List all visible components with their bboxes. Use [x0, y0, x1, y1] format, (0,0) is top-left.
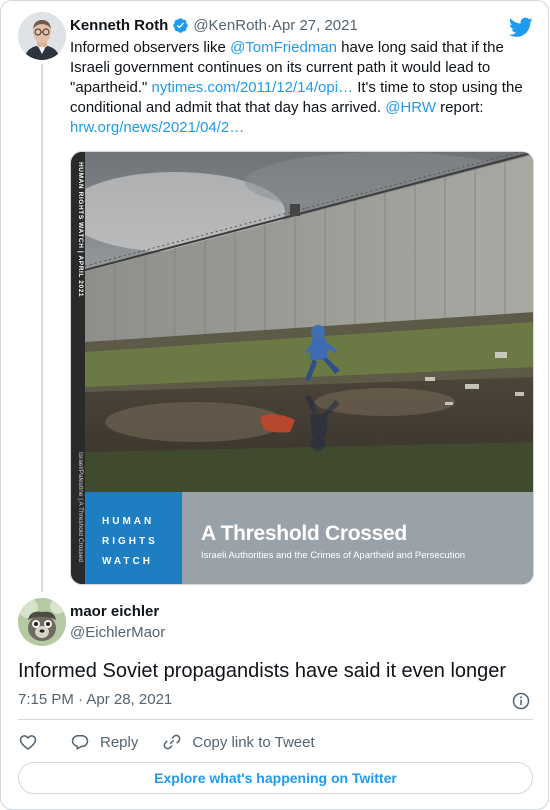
hrw-logo-line: WATCH: [102, 556, 153, 567]
verified-badge-icon: [173, 17, 189, 33]
parent-tweet-header: Kenneth Roth @KenRoth · Apr 27, 2021: [70, 15, 358, 35]
author-handle[interactable]: @KenRoth: [193, 17, 267, 34]
copy-link-label: Copy link to Tweet: [192, 733, 315, 751]
tweet-text-segment: report:: [435, 99, 484, 116]
hrw-logo-line: HUMAN: [102, 516, 155, 527]
spine-top-text: HUMAN RIGHTS WATCH | APRIL 2021: [77, 162, 84, 298]
info-icon[interactable]: [511, 691, 531, 711]
author-name[interactable]: Kenneth Roth: [70, 17, 168, 34]
reply-button[interactable]: Reply: [70, 732, 138, 752]
reply-label: Reply: [100, 733, 139, 751]
report-title: A Threshold Crossed: [201, 522, 407, 545]
tweet-text-link[interactable]: hrw.org/news/2021/04/2…: [70, 119, 244, 136]
reply-tweet-text: Informed Soviet propagandists have said …: [18, 660, 507, 682]
tweet-date[interactable]: Apr 27, 2021: [272, 17, 358, 34]
copy-link-button[interactable]: Copy link to Tweet: [162, 732, 315, 752]
separation-wall-photo: [85, 152, 533, 492]
tweet-text-segment: Informed observers like: [70, 39, 231, 56]
tweet-text-link[interactable]: @HRW: [385, 99, 436, 116]
report-cover-image[interactable]: HUMAN RIGHTS WATCH | APRIL 2021 Israel/P…: [70, 151, 534, 585]
tweet-text-link[interactable]: @TomFriedman: [230, 39, 337, 56]
report-title-band: HUMAN RIGHTS WATCH A Threshold Crossed I…: [85, 492, 533, 584]
heart-icon: [19, 735, 37, 750]
maor-eichler-avatar[interactable]: [18, 598, 66, 646]
reply-author-name[interactable]: maor eichler: [70, 603, 159, 620]
report-subtitle: Israeli Authorities and the Crimes of Ap…: [201, 550, 466, 561]
hrw-logo-line: RIGHTS: [102, 536, 158, 547]
reply-bubble-icon: [71, 735, 89, 750]
reply-timestamp[interactable]: 7:15 PM · Apr 28, 2021: [18, 691, 172, 708]
parent-tweet-text: Informed observers like @TomFriedman hav…: [70, 38, 535, 138]
tweet-text-link[interactable]: nytimes.com/2011/12/14/opi…: [152, 79, 354, 96]
kenneth-roth-avatar[interactable]: [18, 12, 66, 60]
link-icon: [163, 734, 181, 750]
spine-bottom-text: Israel/Palestine | A Threshold Crossed: [77, 452, 84, 562]
thread-connector-line: [41, 64, 43, 592]
explore-twitter-button[interactable]: Explore what's happening on Twitter: [18, 762, 533, 794]
twitter-bird-icon[interactable]: [509, 15, 533, 39]
report-spine: HUMAN RIGHTS WATCH | APRIL 2021 Israel/P…: [71, 152, 85, 584]
tweet-actions-bar: Reply Copy link to Tweet: [18, 730, 315, 754]
hrw-logo-box: HUMAN RIGHTS WATCH: [85, 492, 182, 584]
tweet-embed-card: Kenneth Roth @KenRoth · Apr 27, 2021 Inf…: [0, 0, 549, 810]
divider: [18, 719, 533, 720]
like-button[interactable]: [18, 732, 38, 752]
reply-author-handle[interactable]: @EichlerMaor: [70, 624, 165, 641]
